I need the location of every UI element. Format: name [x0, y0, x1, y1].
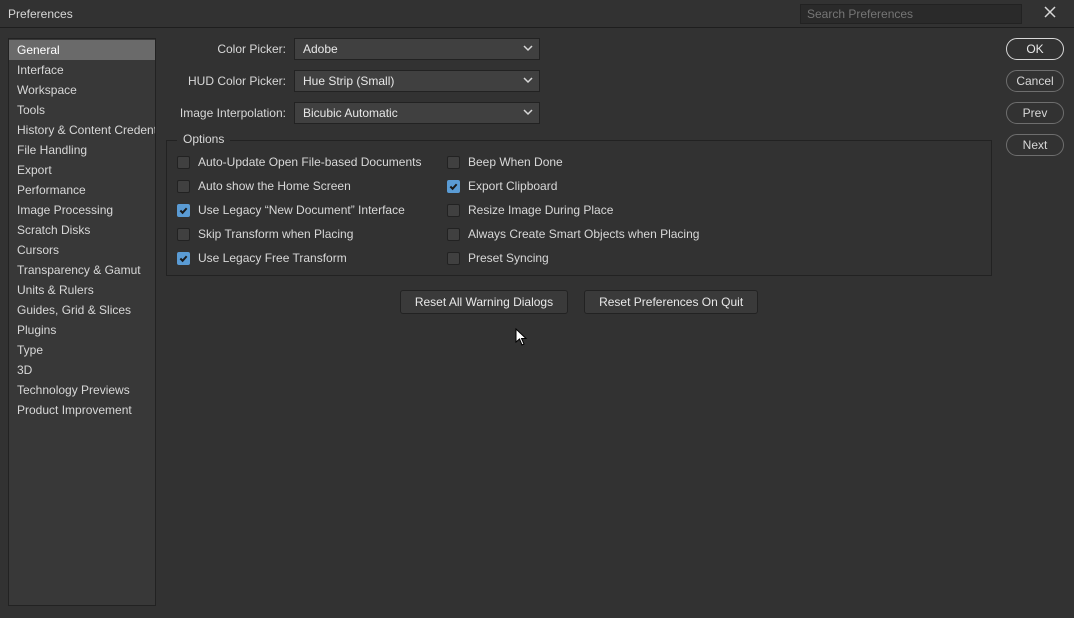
chevron-down-icon: [523, 74, 533, 88]
button-label: Reset Preferences On Quit: [599, 295, 743, 309]
select-value: Hue Strip (Small): [303, 74, 394, 88]
checkbox-label: Use Legacy Free Transform: [198, 251, 347, 265]
checkbox-label: Preset Syncing: [468, 251, 549, 265]
checkbox-box: [447, 180, 460, 193]
checkbox-label: Use Legacy “New Document” Interface: [198, 203, 405, 217]
checkbox-box: [447, 252, 460, 265]
checkbox-beep-when-done[interactable]: Beep When Done: [447, 155, 981, 169]
checkbox-always-create-smart-objects-when-placing[interactable]: Always Create Smart Objects when Placing: [447, 227, 981, 241]
sidebar-item-interface[interactable]: Interface: [9, 60, 155, 80]
sidebar-item-guides-grid-slices[interactable]: Guides, Grid & Slices: [9, 300, 155, 320]
button-label: Cancel: [1016, 74, 1053, 88]
preferences-window: Preferences GeneralInterfaceWorkspaceToo…: [0, 0, 1074, 618]
select-color-picker[interactable]: Adobe: [294, 38, 540, 60]
cancel-button[interactable]: Cancel: [1006, 70, 1064, 92]
sidebar-item-performance[interactable]: Performance: [9, 180, 155, 200]
button-label: OK: [1026, 42, 1043, 56]
sidebar-item-3d[interactable]: 3D: [9, 360, 155, 380]
row-hud-color-picker: HUD Color Picker: Hue Strip (Small): [166, 70, 992, 92]
checkbox-box: [177, 204, 190, 217]
checkbox-box: [177, 180, 190, 193]
checkbox-box: [447, 204, 460, 217]
sidebar-item-type[interactable]: Type: [9, 340, 155, 360]
options-fieldset: Options Auto-Update Open File-based Docu…: [166, 140, 992, 276]
checkbox-label: Auto show the Home Screen: [198, 179, 351, 193]
ok-button[interactable]: OK: [1006, 38, 1064, 60]
checkbox-label: Resize Image During Place: [468, 203, 613, 217]
button-label: Next: [1023, 138, 1048, 152]
checkbox-skip-transform-when-placing[interactable]: Skip Transform when Placing: [177, 227, 447, 241]
sidebar-item-scratch-disks[interactable]: Scratch Disks: [9, 220, 155, 240]
options-grid: Auto-Update Open File-based Documents Bee…: [177, 155, 981, 265]
sidebar-item-history-content-credentials[interactable]: History & Content Credentials: [9, 120, 155, 140]
checkbox-box: [447, 156, 460, 169]
sidebar-item-cursors[interactable]: Cursors: [9, 240, 155, 260]
checkbox-preset-syncing[interactable]: Preset Syncing: [447, 251, 981, 265]
checkbox-label: Beep When Done: [468, 155, 563, 169]
close-icon: [1044, 6, 1056, 21]
reset-on-quit-button[interactable]: Reset Preferences On Quit: [584, 290, 758, 314]
titlebar: Preferences: [0, 0, 1074, 28]
sidebar-item-product-improvement[interactable]: Product Improvement: [9, 400, 155, 420]
category-sidebar: GeneralInterfaceWorkspaceToolsHistory & …: [8, 38, 156, 606]
sidebar-item-general[interactable]: General: [9, 40, 155, 60]
sidebar-item-plugins[interactable]: Plugins: [9, 320, 155, 340]
close-button[interactable]: [1034, 0, 1066, 28]
window-title: Preferences: [8, 7, 73, 21]
checkbox-box: [447, 228, 460, 241]
options-legend: Options: [177, 132, 230, 146]
checkbox-use-legacy-new-document-interface[interactable]: Use Legacy “New Document” Interface: [177, 203, 447, 217]
select-value: Adobe: [303, 42, 338, 56]
dialog-side-buttons: OK Cancel Prev Next: [1002, 38, 1064, 606]
next-button[interactable]: Next: [1006, 134, 1064, 156]
row-image-interpolation: Image Interpolation: Bicubic Automatic: [166, 102, 992, 124]
select-image-interpolation[interactable]: Bicubic Automatic: [294, 102, 540, 124]
checkbox-label: Auto-Update Open File-based Documents: [198, 155, 421, 169]
chevron-down-icon: [523, 42, 533, 56]
select-hud-color-picker[interactable]: Hue Strip (Small): [294, 70, 540, 92]
sidebar-item-units-rulers[interactable]: Units & Rulers: [9, 280, 155, 300]
prev-button[interactable]: Prev: [1006, 102, 1064, 124]
checkbox-resize-image-during-place[interactable]: Resize Image During Place: [447, 203, 981, 217]
reset-row: Reset All Warning Dialogs Reset Preferen…: [166, 290, 992, 314]
checkbox-label: Export Clipboard: [468, 179, 557, 193]
sidebar-item-technology-previews[interactable]: Technology Previews: [9, 380, 155, 400]
select-value: Bicubic Automatic: [303, 106, 398, 120]
sidebar-item-tools[interactable]: Tools: [9, 100, 155, 120]
checkbox-box: [177, 228, 190, 241]
sidebar-item-export[interactable]: Export: [9, 160, 155, 180]
checkbox-label: Always Create Smart Objects when Placing: [468, 227, 699, 241]
button-label: Prev: [1023, 106, 1048, 120]
sidebar-item-transparency-gamut[interactable]: Transparency & Gamut: [9, 260, 155, 280]
dialog-body: GeneralInterfaceWorkspaceToolsHistory & …: [0, 28, 1074, 618]
main-panel: Color Picker: Adobe HUD Color Picker: Hu…: [166, 38, 992, 606]
checkbox-export-clipboard[interactable]: Export Clipboard: [447, 179, 981, 193]
checkbox-auto-show-the-home-screen[interactable]: Auto show the Home Screen: [177, 179, 447, 193]
label-image-interpolation: Image Interpolation:: [166, 106, 286, 120]
sidebar-item-file-handling[interactable]: File Handling: [9, 140, 155, 160]
sidebar-item-image-processing[interactable]: Image Processing: [9, 200, 155, 220]
row-color-picker: Color Picker: Adobe: [166, 38, 992, 60]
checkbox-box: [177, 252, 190, 265]
chevron-down-icon: [523, 106, 533, 120]
sidebar-item-workspace[interactable]: Workspace: [9, 80, 155, 100]
label-hud-color-picker: HUD Color Picker:: [166, 74, 286, 88]
checkbox-box: [177, 156, 190, 169]
reset-warnings-button[interactable]: Reset All Warning Dialogs: [400, 290, 568, 314]
search-input[interactable]: [800, 4, 1022, 24]
label-color-picker: Color Picker:: [166, 42, 286, 56]
button-label: Reset All Warning Dialogs: [415, 295, 553, 309]
checkbox-auto-update-open-file-based-documents[interactable]: Auto-Update Open File-based Documents: [177, 155, 447, 169]
checkbox-label: Skip Transform when Placing: [198, 227, 353, 241]
checkbox-use-legacy-free-transform[interactable]: Use Legacy Free Transform: [177, 251, 447, 265]
